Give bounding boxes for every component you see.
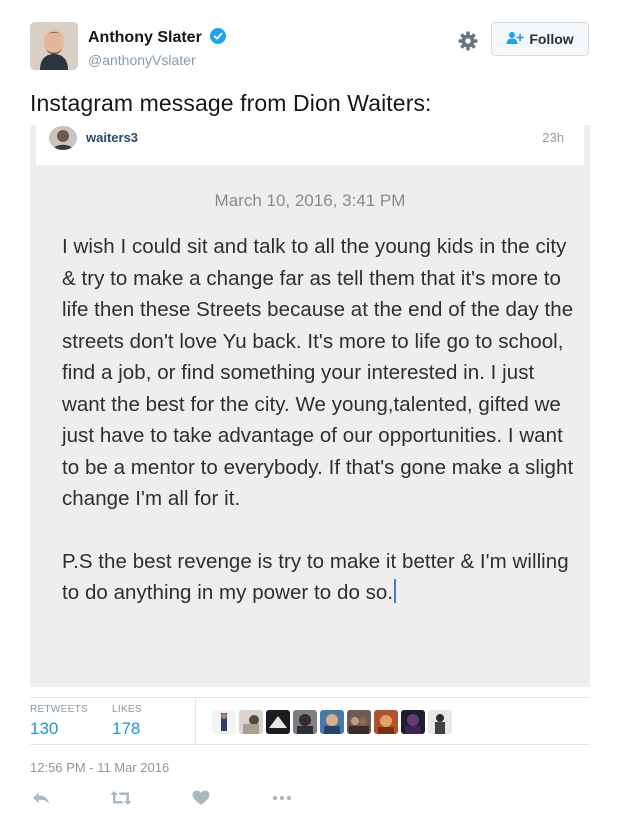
message-paragraph: I wish I could sit and talk to all the y… xyxy=(62,235,574,510)
likes-label: LIKES xyxy=(112,704,142,715)
liker-avatar[interactable] xyxy=(374,710,398,734)
divider xyxy=(30,744,590,745)
retweets-stat[interactable]: RETWEETS 130 xyxy=(30,704,88,739)
tweet-timestamp[interactable]: 12:56 PM - 11 Mar 2016 xyxy=(30,760,169,775)
follow-label: Follow xyxy=(529,31,574,47)
like-icon[interactable] xyxy=(192,790,210,811)
retweets-label: RETWEETS xyxy=(30,704,88,715)
liker-avatar[interactable] xyxy=(320,710,344,734)
message-paragraph-text: P.S the best revenge is try to make it b… xyxy=(62,549,569,605)
gear-icon[interactable] xyxy=(457,30,479,52)
liker-avatar[interactable] xyxy=(293,710,317,734)
follow-button[interactable]: Follow xyxy=(491,22,589,56)
liker-avatar[interactable] xyxy=(401,710,425,734)
tweet-stats: RETWEETS 130 LIKES 178 xyxy=(30,698,590,744)
instagram-age: 23h xyxy=(542,130,564,145)
likes-stat[interactable]: LIKES 178 xyxy=(112,704,142,739)
verified-badge-icon xyxy=(210,28,227,49)
likes-count: 178 xyxy=(112,719,141,738)
divider xyxy=(195,698,196,744)
message-date: March 10, 2016, 3:41 PM xyxy=(214,191,406,210)
attached-image[interactable]: waiters3 23h March 10, 2016, 3:41 PM I w… xyxy=(30,125,590,687)
more-icon[interactable] xyxy=(272,790,292,811)
liker-avatar[interactable] xyxy=(212,710,236,734)
liker-avatar[interactable] xyxy=(239,710,263,734)
author-name[interactable]: Anthony Slater xyxy=(88,29,202,46)
instagram-username: waiters3 xyxy=(86,130,139,145)
author-handle[interactable]: @anthonyVslater xyxy=(88,52,196,68)
liker-avatar[interactable] xyxy=(266,710,290,734)
tweet-actions xyxy=(30,790,330,810)
liker-avatars xyxy=(212,710,452,734)
add-user-icon xyxy=(506,31,524,48)
tweet-text: Instagram message from Dion Waiters: xyxy=(30,90,432,116)
tweet-header: Anthony Slater @anthonyVslater Follow xyxy=(30,22,590,72)
instagram-header: waiters3 23h xyxy=(36,125,584,165)
liker-avatar[interactable] xyxy=(428,710,452,734)
instagram-avatar xyxy=(49,126,77,150)
retweet-icon[interactable] xyxy=(110,790,132,811)
text-cursor xyxy=(394,579,397,603)
message-body: I wish I could sit and talk to all the y… xyxy=(62,231,582,609)
liker-avatar[interactable] xyxy=(347,710,371,734)
reply-icon[interactable] xyxy=(32,790,50,811)
author-avatar[interactable] xyxy=(30,22,78,70)
retweets-count: 130 xyxy=(30,719,59,738)
message-paragraph: P.S the best revenge is try to make it b… xyxy=(62,546,582,609)
